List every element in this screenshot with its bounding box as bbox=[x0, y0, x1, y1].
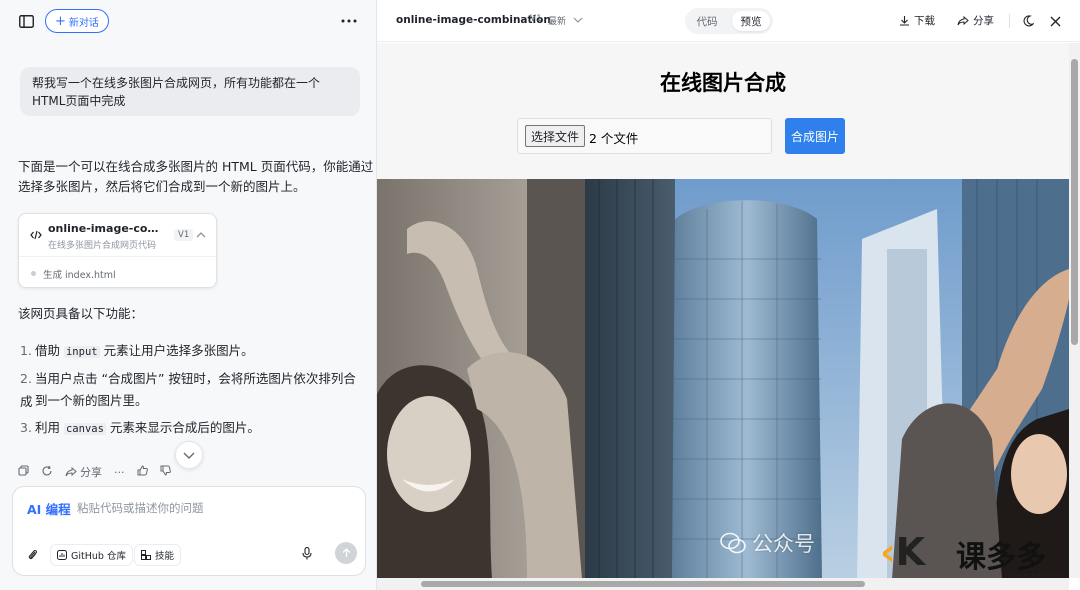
copy-icon[interactable] bbox=[18, 465, 29, 479]
chat-toolbar: + 新对话 bbox=[0, 0, 377, 42]
assistant-intro-line-2: 选择多张图片，然后将它们合成到一个新的图片上。 bbox=[18, 179, 306, 194]
feature-text: 到一个新的图片里。 bbox=[35, 393, 148, 408]
artifact-subtitle: 在线多张图片合成网页代码 bbox=[48, 241, 157, 251]
more-icon[interactable]: ··· bbox=[114, 466, 125, 479]
feature-text: 元素来显示合成后的图片。 bbox=[105, 420, 260, 435]
skills-icon bbox=[141, 550, 151, 560]
thumbs-down-icon[interactable] bbox=[160, 465, 171, 479]
version-dropdown-icon[interactable] bbox=[572, 15, 584, 25]
download-icon bbox=[900, 16, 909, 26]
feature-item-3: 3. 利用 canvas 元素来显示合成后的图片。 bbox=[20, 416, 360, 441]
tab-code[interactable]: 代码 bbox=[688, 11, 726, 31]
feature-text: 元素让用户选择多张图片。 bbox=[99, 343, 254, 358]
arrow-up-icon bbox=[342, 548, 350, 557]
view-switch: 代码 预览 bbox=[685, 8, 773, 34]
latest-label[interactable]: 最新 bbox=[548, 14, 566, 27]
github-label: GitHub 仓库 bbox=[71, 551, 126, 562]
combine-images-button[interactable]: 合成图片 bbox=[785, 118, 845, 154]
artifact-name: online-image-combination bbox=[396, 14, 551, 26]
feature-item-2-cont: 到一个新的图片里。 bbox=[20, 389, 360, 412]
toolbar-divider bbox=[1009, 14, 1010, 28]
file-count: 2 个文件 bbox=[589, 131, 639, 146]
share-button[interactable]: 分享 bbox=[65, 464, 102, 480]
close-icon[interactable] bbox=[1048, 14, 1062, 28]
github-icon bbox=[57, 550, 67, 560]
feature-text: 利用 bbox=[35, 420, 64, 435]
vertical-scrollbar[interactable] bbox=[1069, 43, 1080, 578]
list-number: 1. bbox=[20, 343, 32, 358]
horizontal-scroll-thumb[interactable] bbox=[421, 581, 865, 587]
download-button[interactable]: 下载 bbox=[899, 13, 935, 28]
woman-face-left bbox=[387, 396, 471, 512]
composer[interactable]: AI 编程 粘贴代码或描述你的问题 GitHub 仓库 技能 bbox=[12, 486, 366, 576]
skills-button[interactable]: 技能 bbox=[134, 544, 182, 566]
artifact-card[interactable]: online-image-combination 在线多张图片合成网页代码 V1… bbox=[18, 213, 217, 288]
preview-panel: online-image-combination V1 最新 代码 预览 下载 … bbox=[377, 0, 1080, 590]
feature-text: 借助 bbox=[35, 343, 64, 358]
new-chat-label: 新对话 bbox=[68, 17, 99, 29]
building-glass-tower bbox=[672, 200, 822, 578]
chevron-up-icon[interactable] bbox=[195, 229, 207, 241]
features-heading: 该网页具备以下功能： bbox=[18, 306, 144, 321]
tab-preview[interactable]: 预览 bbox=[732, 11, 770, 31]
assistant-intro-line-1: 下面是一个可以在线合成多张图片的 HTML 页面代码，你能通过 bbox=[18, 159, 374, 174]
artifact-version-badge: V1 bbox=[174, 229, 194, 241]
list-number: 3. bbox=[20, 420, 32, 435]
thumbs-up-icon[interactable] bbox=[137, 465, 148, 479]
user-message: 帮我写一个在线多张图片合成网页，所有功能都在一个HTML页面中完成 bbox=[20, 67, 360, 116]
composer-placeholder[interactable]: 粘贴代码或描述你的问题 bbox=[77, 500, 204, 516]
list-number: 2. bbox=[20, 371, 32, 386]
ai-mode-label[interactable]: AI 编程 bbox=[27, 499, 71, 518]
microphone-icon[interactable] bbox=[299, 545, 315, 561]
attachment-icon[interactable] bbox=[25, 547, 41, 563]
chat-panel: + 新对话 帮我写一个在线多张图片合成网页，所有功能都在一个HTML页面中完成 … bbox=[0, 0, 377, 590]
page-heading: 在线图片合成 bbox=[660, 71, 786, 95]
brand-url: www.kedu.cn bbox=[1010, 571, 1063, 580]
choose-file-button[interactable]: 选择文件 bbox=[525, 125, 586, 147]
vertical-scroll-thumb[interactable] bbox=[1071, 59, 1078, 345]
artifact-title: online-image-combination bbox=[48, 222, 166, 235]
regenerate-icon[interactable] bbox=[41, 465, 53, 480]
combined-image-canvas bbox=[377, 179, 1069, 578]
more-options-icon[interactable] bbox=[339, 12, 359, 30]
share-preview-button[interactable]: 分享 bbox=[957, 13, 994, 28]
artifact-divider bbox=[19, 256, 216, 257]
brand-logo-icon: ‹K bbox=[880, 530, 926, 574]
file-status-dot bbox=[31, 271, 36, 276]
version-label: V1 bbox=[530, 14, 542, 24]
wechat-watermark: 公众号 bbox=[720, 528, 815, 558]
wechat-icon bbox=[720, 532, 746, 554]
feature-item-1: 1. 借助 input 元素让用户选择多张图片。 bbox=[20, 339, 360, 364]
github-repo-button[interactable]: GitHub 仓库 bbox=[50, 544, 133, 566]
file-input[interactable]: 选择文件 2 个文件 bbox=[517, 118, 772, 154]
inline-code: input bbox=[63, 346, 100, 358]
share-icon bbox=[65, 467, 77, 477]
brand-name: 课多多 bbox=[956, 540, 1046, 575]
preview-viewport: 在线图片合成 选择文件 2 个文件 合成图片 bbox=[377, 43, 1069, 578]
wechat-label: 公众号 bbox=[752, 532, 815, 556]
horizontal-scrollbar[interactable] bbox=[377, 578, 1069, 590]
code-icon bbox=[29, 228, 43, 242]
message-actions: 分享 ··· bbox=[18, 463, 171, 481]
sidebar-toggle-icon[interactable] bbox=[17, 12, 35, 30]
new-chat-button[interactable]: + 新对话 bbox=[45, 9, 109, 33]
share-label: 分享 bbox=[80, 466, 102, 479]
skills-label: 技能 bbox=[155, 551, 175, 562]
plus-icon: + bbox=[55, 13, 66, 29]
share-icon bbox=[957, 15, 969, 25]
preview-toolbar: online-image-combination V1 最新 代码 预览 下载 … bbox=[377, 0, 1080, 42]
chevron-down-icon bbox=[183, 452, 195, 459]
woman-face-right bbox=[1011, 434, 1067, 514]
scroll-to-bottom-button[interactable] bbox=[175, 441, 203, 469]
artifact-file: 生成 index.html bbox=[43, 270, 116, 281]
download-label: 下载 bbox=[914, 15, 935, 27]
theme-moon-icon[interactable] bbox=[1021, 14, 1035, 28]
share-label: 分享 bbox=[973, 15, 994, 27]
send-button[interactable] bbox=[335, 542, 357, 564]
inline-code: canvas bbox=[63, 423, 106, 435]
